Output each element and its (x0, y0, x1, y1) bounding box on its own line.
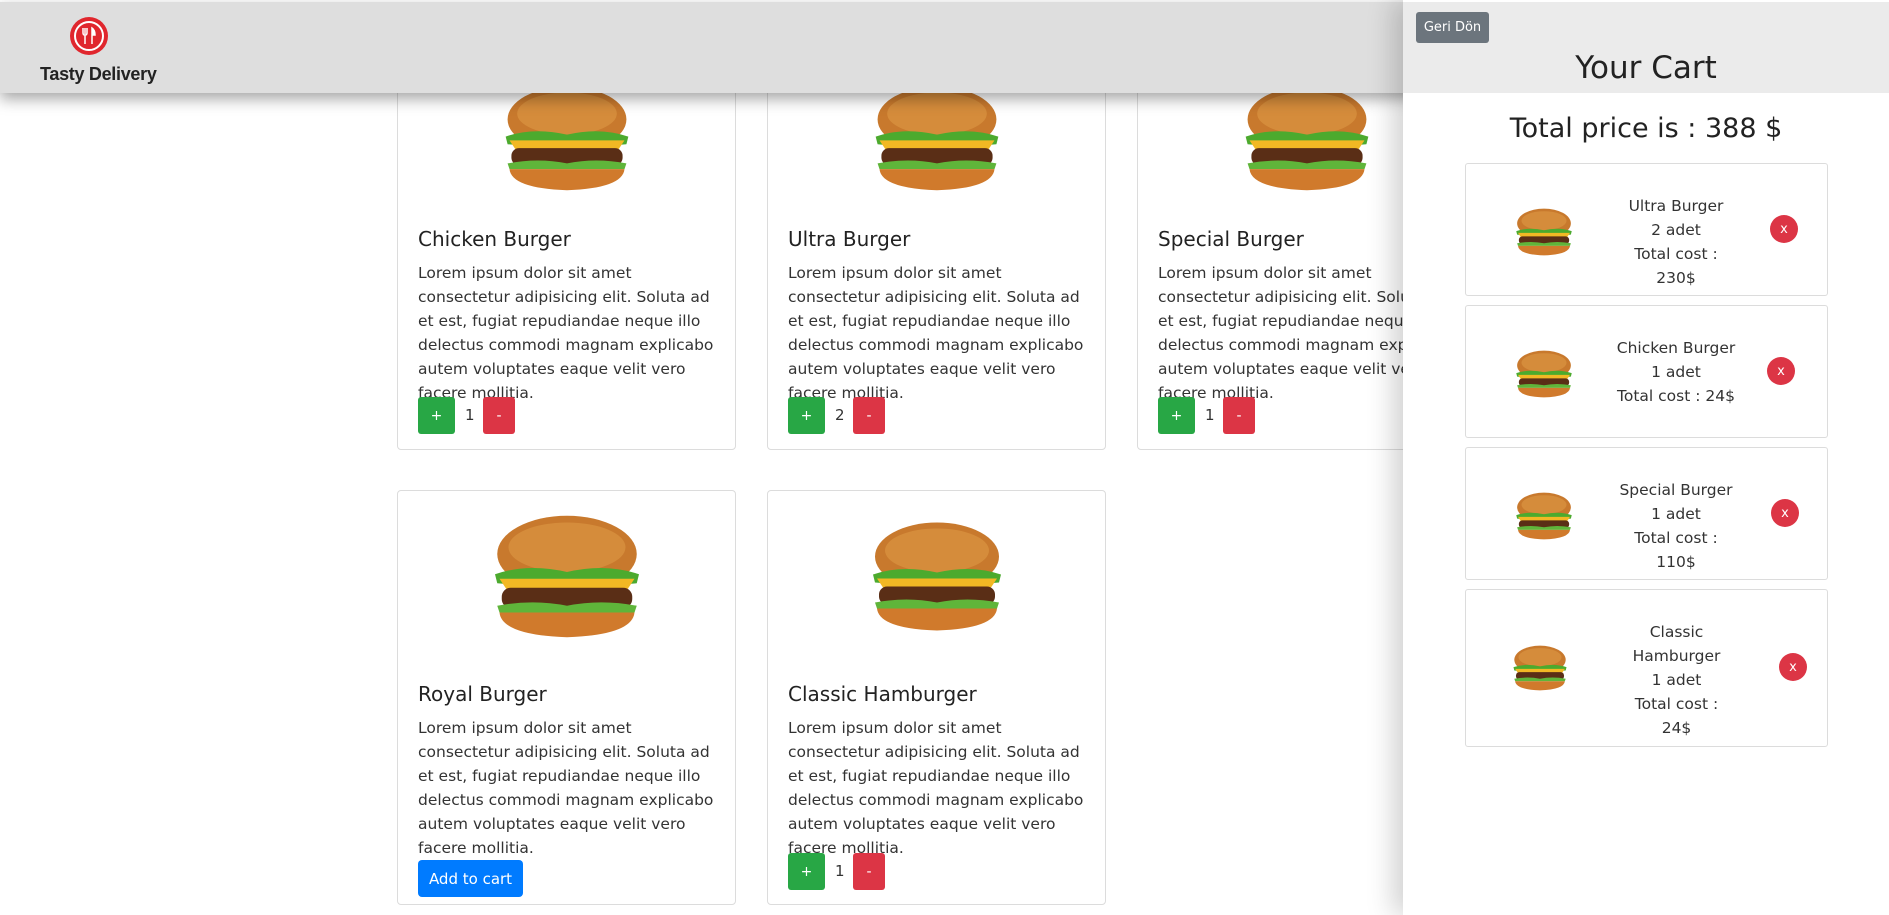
burger-image (398, 509, 735, 644)
decrease-button[interactable]: - (483, 397, 515, 434)
cart-item-count: 2 adet (1651, 221, 1701, 239)
add-to-cart-button[interactable]: Add to cart (418, 860, 523, 897)
remove-item-button[interactable]: x (1770, 215, 1798, 243)
quantity-value: 1 (1205, 406, 1215, 424)
burger-thumbnail (1511, 348, 1577, 404)
cart-item-cost: Total cost : 24$ (1617, 387, 1735, 405)
cart-item: Special Burger 1 adet Total cost : 110$ … (1465, 447, 1828, 580)
decrease-button[interactable]: - (853, 397, 885, 434)
cart-item-name: Classic Hamburger (1632, 623, 1721, 665)
remove-item-button[interactable]: x (1771, 499, 1799, 527)
cart-item: Chicken Burger 1 adet Total cost : 24$ x (1465, 305, 1828, 438)
burger-image (768, 509, 1105, 644)
product-description: Lorem ipsum dolor sit amet consectetur a… (788, 719, 1084, 857)
cart-item-cost: Total cost : 24$ (1634, 695, 1719, 737)
cart-item-name: Special Burger (1619, 481, 1733, 499)
brand-name[interactable]: Tasty Delivery (40, 64, 157, 85)
back-button[interactable]: Geri Dön (1416, 12, 1489, 43)
increase-button[interactable]: + (418, 397, 455, 434)
increase-button[interactable]: + (788, 853, 825, 890)
cart-item-info: Chicken Burger 1 adet Total cost : 24$ (1616, 336, 1736, 408)
cart-item-name: Ultra Burger (1628, 197, 1724, 215)
product-card: Classic Hamburger Lorem ipsum dolor sit … (767, 490, 1106, 905)
cart-title: Your Cart (1575, 50, 1717, 86)
cart-total-price: Total price is : 388 $ (1509, 113, 1783, 144)
quantity-value: 2 (835, 406, 845, 424)
decrease-button[interactable]: - (1223, 397, 1255, 434)
burger-image (768, 81, 1105, 196)
product-description: Lorem ipsum dolor sit amet consectetur a… (788, 264, 1084, 402)
product-title: Ultra Burger (788, 227, 911, 251)
cart-item: Classic Hamburger 1 adet Total cost : 24… (1465, 589, 1828, 747)
remove-item-button[interactable]: x (1767, 357, 1795, 385)
product-title: Special Burger (1158, 227, 1304, 251)
increase-button[interactable]: + (788, 397, 825, 434)
quantity-value: 1 (465, 406, 475, 424)
cart-sidebar: Geri Dön Your Cart Total price is : 388 … (1403, 0, 1889, 915)
cart-item-cost: Total cost : 110$ (1634, 529, 1718, 571)
burger-thumbnail (1511, 206, 1577, 262)
cart-item-info: Special Burger 1 adet Total cost : 110$ (1616, 478, 1736, 574)
product-card: Ultra Burger Lorem ipsum dolor sit amet … (767, 70, 1106, 450)
cart-item-count: 1 adet (1651, 671, 1702, 689)
product-title: Chicken Burger (418, 227, 571, 251)
cart-item-cost: Total cost : 230$ (1634, 245, 1718, 287)
decrease-button[interactable]: - (853, 853, 885, 890)
cart-item-name: Chicken Burger (1616, 339, 1736, 357)
burger-thumbnail (1511, 642, 1569, 698)
burger-image (398, 81, 735, 196)
product-description: Lorem ipsum dolor sit amet consectetur a… (418, 719, 714, 857)
product-card: Chicken Burger Lorem ipsum dolor sit ame… (397, 70, 736, 450)
increase-button[interactable]: + (1158, 397, 1195, 434)
cart-item: Ultra Burger 2 adet Total cost : 230$ x (1465, 163, 1828, 296)
cart-item-info: Ultra Burger 2 adet Total cost : 230$ (1616, 194, 1736, 290)
product-card: Royal Burger Lorem ipsum dolor sit amet … (397, 490, 736, 905)
product-title: Classic Hamburger (788, 682, 977, 706)
cart-item-count: 1 adet (1651, 363, 1701, 381)
product-description: Lorem ipsum dolor sit amet consectetur a… (418, 264, 714, 402)
cart-item-count: 1 adet (1651, 505, 1701, 523)
product-title: Royal Burger (418, 682, 547, 706)
quantity-value: 1 (835, 862, 845, 880)
burger-thumbnail (1511, 490, 1577, 546)
cart-item-info: Classic Hamburger 1 adet Total cost : 24… (1624, 620, 1729, 740)
restaurant-logo-icon[interactable] (70, 17, 108, 55)
remove-item-button[interactable]: x (1779, 653, 1807, 681)
